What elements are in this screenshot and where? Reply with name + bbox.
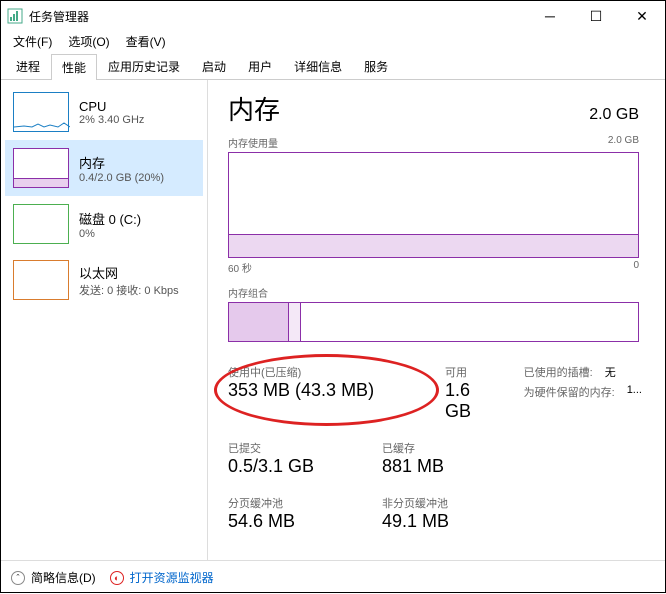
- memory-total: 2.0 GB: [589, 106, 639, 124]
- main-panel: 内存 2.0 GB 内存使用量 2.0 GB 60 秒 0 内存组合 使用中(已…: [207, 80, 665, 560]
- stat-paged-label: 分页缓冲池: [228, 495, 358, 511]
- stat-cached-label: 已缓存: [382, 440, 444, 456]
- sidebar-item-memory[interactable]: 内存 0.4/2.0 GB (20%): [5, 140, 203, 196]
- menu-view[interactable]: 查看(V): [118, 31, 174, 53]
- stat-nonpaged-label: 非分页缓冲池: [382, 495, 449, 511]
- stat-committed-value: 0.5/3.1 GB: [228, 456, 314, 476]
- chart-axis-left: 60 秒: [228, 260, 252, 275]
- stat-available-label: 可用: [445, 364, 500, 380]
- sidebar-item-cpu[interactable]: CPU 2% 3.40 GHz: [5, 84, 203, 140]
- sidebar-item-label: 内存: [79, 153, 164, 172]
- sidebar-item-detail: 0.4/2.0 GB (20%): [79, 172, 164, 184]
- app-icon: [7, 8, 23, 24]
- tab-startup[interactable]: 启动: [191, 53, 237, 79]
- stat-in-use-value: 353 MB (43.3 MB): [228, 380, 374, 400]
- memory-mini-chart: [13, 148, 69, 188]
- fewer-details-link[interactable]: ˆ 简略信息(D): [11, 569, 96, 586]
- tab-processes[interactable]: 进程: [5, 53, 51, 79]
- stat-slots-value: 无: [605, 364, 616, 380]
- chart-axis-right: 0: [633, 260, 639, 275]
- tab-performance[interactable]: 性能: [51, 54, 97, 80]
- minimize-button[interactable]: ─: [527, 1, 573, 31]
- stat-in-use-label: 使用中(已压缩): [228, 364, 421, 380]
- resource-monitor-link[interactable]: ◐ 打开资源监视器: [110, 569, 214, 586]
- disk-mini-chart: [13, 204, 69, 244]
- stat-paged-value: 54.6 MB: [228, 511, 295, 531]
- stat-hwreserved-label: 为硬件保留的内存:: [524, 384, 615, 400]
- usage-chart-label: 内存使用量: [228, 135, 278, 150]
- memory-usage-chart[interactable]: [228, 152, 639, 258]
- cpu-mini-chart: [13, 92, 69, 132]
- stat-committed-label: 已提交: [228, 440, 358, 456]
- sidebar-item-label: 磁盘 0 (C:): [79, 209, 141, 228]
- stat-slots-label: 已使用的插槽:: [524, 364, 593, 380]
- window-title: 任务管理器: [29, 8, 527, 25]
- sidebar-item-label: CPU: [79, 99, 144, 114]
- stat-nonpaged-value: 49.1 MB: [382, 511, 449, 531]
- stat-available-value: 1.6 GB: [445, 380, 471, 421]
- sidebar-item-detail: 0%: [79, 228, 141, 240]
- maximize-button[interactable]: ☐: [573, 1, 619, 31]
- sidebar-item-detail: 2% 3.40 GHz: [79, 114, 144, 126]
- sidebar-item-detail: 发送: 0 接收: 0 Kbps: [79, 282, 179, 298]
- tab-services[interactable]: 服务: [353, 53, 399, 79]
- memory-composition-chart[interactable]: [228, 302, 639, 342]
- tab-app-history[interactable]: 应用历史记录: [97, 53, 191, 79]
- stat-hwreserved-value: 1...: [627, 384, 642, 400]
- composition-label: 内存组合: [228, 285, 639, 300]
- sidebar-item-ethernet[interactable]: 以太网 发送: 0 接收: 0 Kbps: [5, 252, 203, 308]
- tab-users[interactable]: 用户: [237, 53, 283, 79]
- sidebar-item-disk[interactable]: 磁盘 0 (C:) 0%: [5, 196, 203, 252]
- stat-cached-value: 881 MB: [382, 456, 444, 476]
- tab-bar: 进程 性能 应用历史记录 启动 用户 详细信息 服务: [1, 53, 665, 80]
- sidebar: CPU 2% 3.40 GHz 内存 0.4/2.0 GB (20%) 磁盘 0…: [1, 80, 207, 560]
- resource-monitor-label: 打开资源监视器: [130, 569, 214, 586]
- chevron-up-icon: ˆ: [11, 571, 25, 585]
- tab-details[interactable]: 详细信息: [283, 53, 353, 79]
- usage-chart-max: 2.0 GB: [608, 135, 639, 150]
- close-button[interactable]: ✕: [619, 1, 665, 31]
- ethernet-mini-chart: [13, 260, 69, 300]
- resource-monitor-icon: ◐: [110, 571, 124, 585]
- sidebar-item-label: 以太网: [79, 263, 179, 282]
- menu-file[interactable]: 文件(F): [5, 31, 60, 53]
- fewer-details-label: 简略信息(D): [31, 569, 96, 586]
- menu-options[interactable]: 选项(O): [60, 31, 117, 53]
- page-title: 内存: [228, 90, 280, 127]
